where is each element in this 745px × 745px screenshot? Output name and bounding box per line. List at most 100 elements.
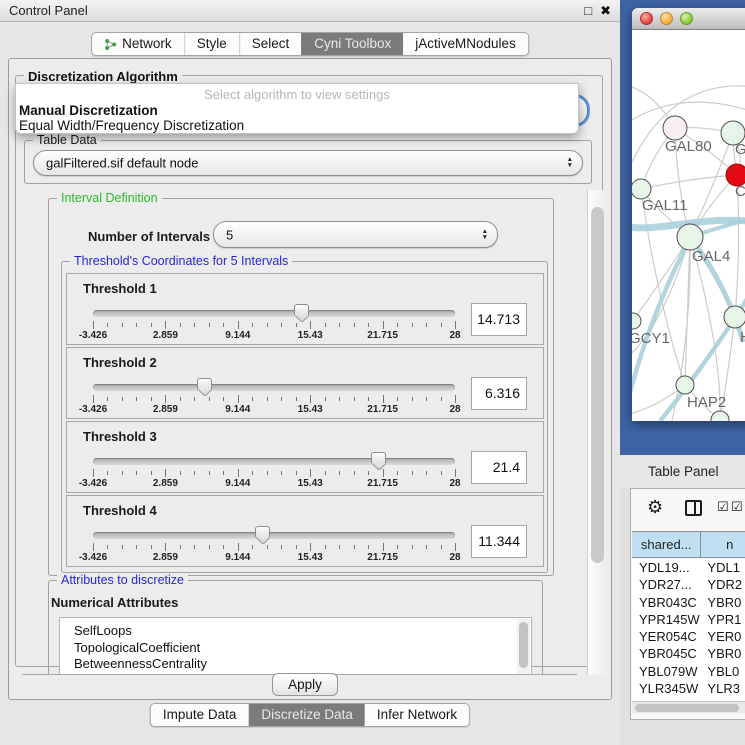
network-node-hap2[interactable] xyxy=(676,376,694,394)
network-node-gal4[interactable] xyxy=(677,224,703,250)
spinner-arrows-icon[interactable]: ▲▼ xyxy=(567,157,573,169)
cell-name[interactable]: YER0 xyxy=(701,628,745,645)
table-row[interactable]: YER054CYER0 xyxy=(632,628,745,645)
tick-label: 15.43 xyxy=(298,478,323,489)
table-row[interactable]: YBL079WYBL0 xyxy=(632,663,745,680)
tick-mark xyxy=(165,321,166,329)
scrollbar-thumb[interactable] xyxy=(635,704,739,712)
spinner-arrows-icon[interactable]: ▲▼ xyxy=(482,229,488,241)
apply-button[interactable]: Apply xyxy=(272,673,338,696)
column-header-name[interactable]: n xyxy=(701,532,745,557)
cell-shared-name[interactable]: YER054C xyxy=(632,628,701,645)
checkbox-icon[interactable]: ☑ xyxy=(731,499,743,515)
tick-mark xyxy=(354,471,355,475)
scrollbar-thumb[interactable] xyxy=(591,207,604,563)
slider-track[interactable] xyxy=(93,384,455,391)
node-label: GAL80 xyxy=(665,138,712,155)
tab-network[interactable]: Network xyxy=(92,33,184,55)
tick-mark xyxy=(281,545,282,549)
tick-mark xyxy=(296,471,297,475)
float-window-icon[interactable]: □ xyxy=(584,3,592,18)
tick-mark xyxy=(383,321,384,329)
scrollbar-thumb[interactable] xyxy=(519,622,528,668)
tick-label: 28 xyxy=(449,330,460,341)
cell-shared-name[interactable]: YBR043C xyxy=(632,594,701,611)
tick-mark xyxy=(238,469,239,477)
minimize-traffic-light[interactable] xyxy=(660,12,673,25)
dropdown-option-manual-discretization[interactable]: Manual Discretization xyxy=(19,103,158,118)
tick-mark xyxy=(122,397,123,401)
gear-icon[interactable]: ⚙ xyxy=(647,497,663,518)
list-item[interactable]: BetweennessCentrality xyxy=(60,656,531,673)
cell-name[interactable]: YBR0 xyxy=(701,594,745,611)
cell-name[interactable]: YPR1 xyxy=(701,611,745,628)
tick-mark xyxy=(136,471,137,475)
cell-name[interactable]: YBL0 xyxy=(701,663,745,680)
table-row[interactable]: YDL19...YDL1 xyxy=(632,559,745,576)
network-node-gal11[interactable] xyxy=(632,179,651,199)
close-icon[interactable]: ✖ xyxy=(600,3,611,19)
tab-cyni-toolbox[interactable]: Cyni Toolbox xyxy=(301,33,403,55)
table-row[interactable]: YBR043CYBR0 xyxy=(632,594,745,611)
cell-name[interactable]: YDL1 xyxy=(701,559,745,576)
slider-track[interactable] xyxy=(93,310,455,317)
thresholds-group: Threshold's Coordinates for 5 Intervals … xyxy=(61,261,548,573)
threshold-value-field[interactable]: 14.713 xyxy=(471,303,527,336)
threshold-value-field[interactable]: 6.316 xyxy=(471,377,527,410)
cell-name[interactable]: YBR0 xyxy=(701,645,745,662)
number-of-intervals-combobox[interactable]: 5 ▲▼ xyxy=(213,221,498,248)
numerical-attributes-list[interactable]: SelfLoopsTopologicalCoefficientBetweenne… xyxy=(59,617,532,675)
slider-tick-labels: -3.4262.8599.14415.4321.71528 xyxy=(93,404,455,416)
threshold-value-field[interactable]: 11.344 xyxy=(471,525,527,558)
tick-mark xyxy=(267,397,268,401)
interval-definition-group: Interval Definition Number of Intervals … xyxy=(48,198,554,576)
cell-name[interactable]: YLR3 xyxy=(701,680,745,697)
tab-style[interactable]: Style xyxy=(184,33,239,55)
close-traffic-light[interactable] xyxy=(640,12,653,25)
tab-jactivemnodules[interactable]: jActiveMNodules xyxy=(403,33,528,55)
slider-thumb[interactable] xyxy=(294,304,309,315)
slider-thumb[interactable] xyxy=(197,378,212,389)
list-item[interactable]: SelfLoops xyxy=(60,618,531,640)
tab-discretize-data[interactable]: Discretize Data xyxy=(248,704,365,726)
tick-mark xyxy=(223,471,224,475)
table-row[interactable]: YDR27...YDR2 xyxy=(632,576,745,593)
tab-select[interactable]: Select xyxy=(239,33,302,55)
tick-mark xyxy=(383,543,384,551)
slider-track[interactable] xyxy=(93,532,455,539)
attributes-list-scrollbar[interactable] xyxy=(517,619,530,675)
slider-thumb[interactable] xyxy=(255,526,270,537)
network-canvas[interactable]: GAL80GAL11GAL4GCY1HAP2G.CH xyxy=(632,30,745,421)
tab-impute-data[interactable]: Impute Data xyxy=(151,704,249,726)
cell-shared-name[interactable]: YPR145W xyxy=(632,611,701,628)
columns-icon[interactable] xyxy=(685,500,702,516)
network-node-gal80[interactable] xyxy=(663,116,687,140)
cell-name[interactable]: YDR2 xyxy=(701,576,745,593)
network-node[interactable] xyxy=(711,411,729,421)
cell-shared-name[interactable]: YDL19... xyxy=(632,559,701,576)
dropdown-option-equal-width-frequency[interactable]: Equal Width/Frequency Discretization xyxy=(19,118,244,133)
table-horizontal-scrollbar[interactable] xyxy=(632,701,745,713)
list-item[interactable]: TopologicalCoefficient xyxy=(60,640,531,657)
table-row[interactable]: YPR145WYPR1 xyxy=(632,611,745,628)
column-header-shared[interactable]: shared... xyxy=(632,532,701,557)
cell-shared-name[interactable]: YDR27... xyxy=(632,576,701,593)
tab-infer-network[interactable]: Infer Network xyxy=(365,704,469,726)
cell-shared-name[interactable]: YBR045C xyxy=(632,645,701,662)
panel-vertical-scrollbar[interactable] xyxy=(587,190,607,675)
tick-mark xyxy=(281,397,282,401)
network-node[interactable] xyxy=(724,306,745,328)
tick-mark xyxy=(354,545,355,549)
checkbox-icon[interactable]: ☑ xyxy=(717,499,729,515)
slider-thumb[interactable] xyxy=(371,452,386,463)
table-data-combobox[interactable]: galFiltered.sif default node ▲▼ xyxy=(33,150,583,176)
threshold-value-field[interactable]: 21.4 xyxy=(471,451,527,484)
network-node-gcy1[interactable] xyxy=(632,313,641,329)
table-row[interactable]: YLR345WYLR3 xyxy=(632,680,745,697)
tick-mark xyxy=(310,321,311,329)
zoom-traffic-light[interactable] xyxy=(680,12,693,25)
slider-track[interactable] xyxy=(93,458,455,465)
cell-shared-name[interactable]: YBL079W xyxy=(632,663,701,680)
cell-shared-name[interactable]: YLR345W xyxy=(632,680,701,697)
table-row[interactable]: YBR045CYBR0 xyxy=(632,645,745,662)
